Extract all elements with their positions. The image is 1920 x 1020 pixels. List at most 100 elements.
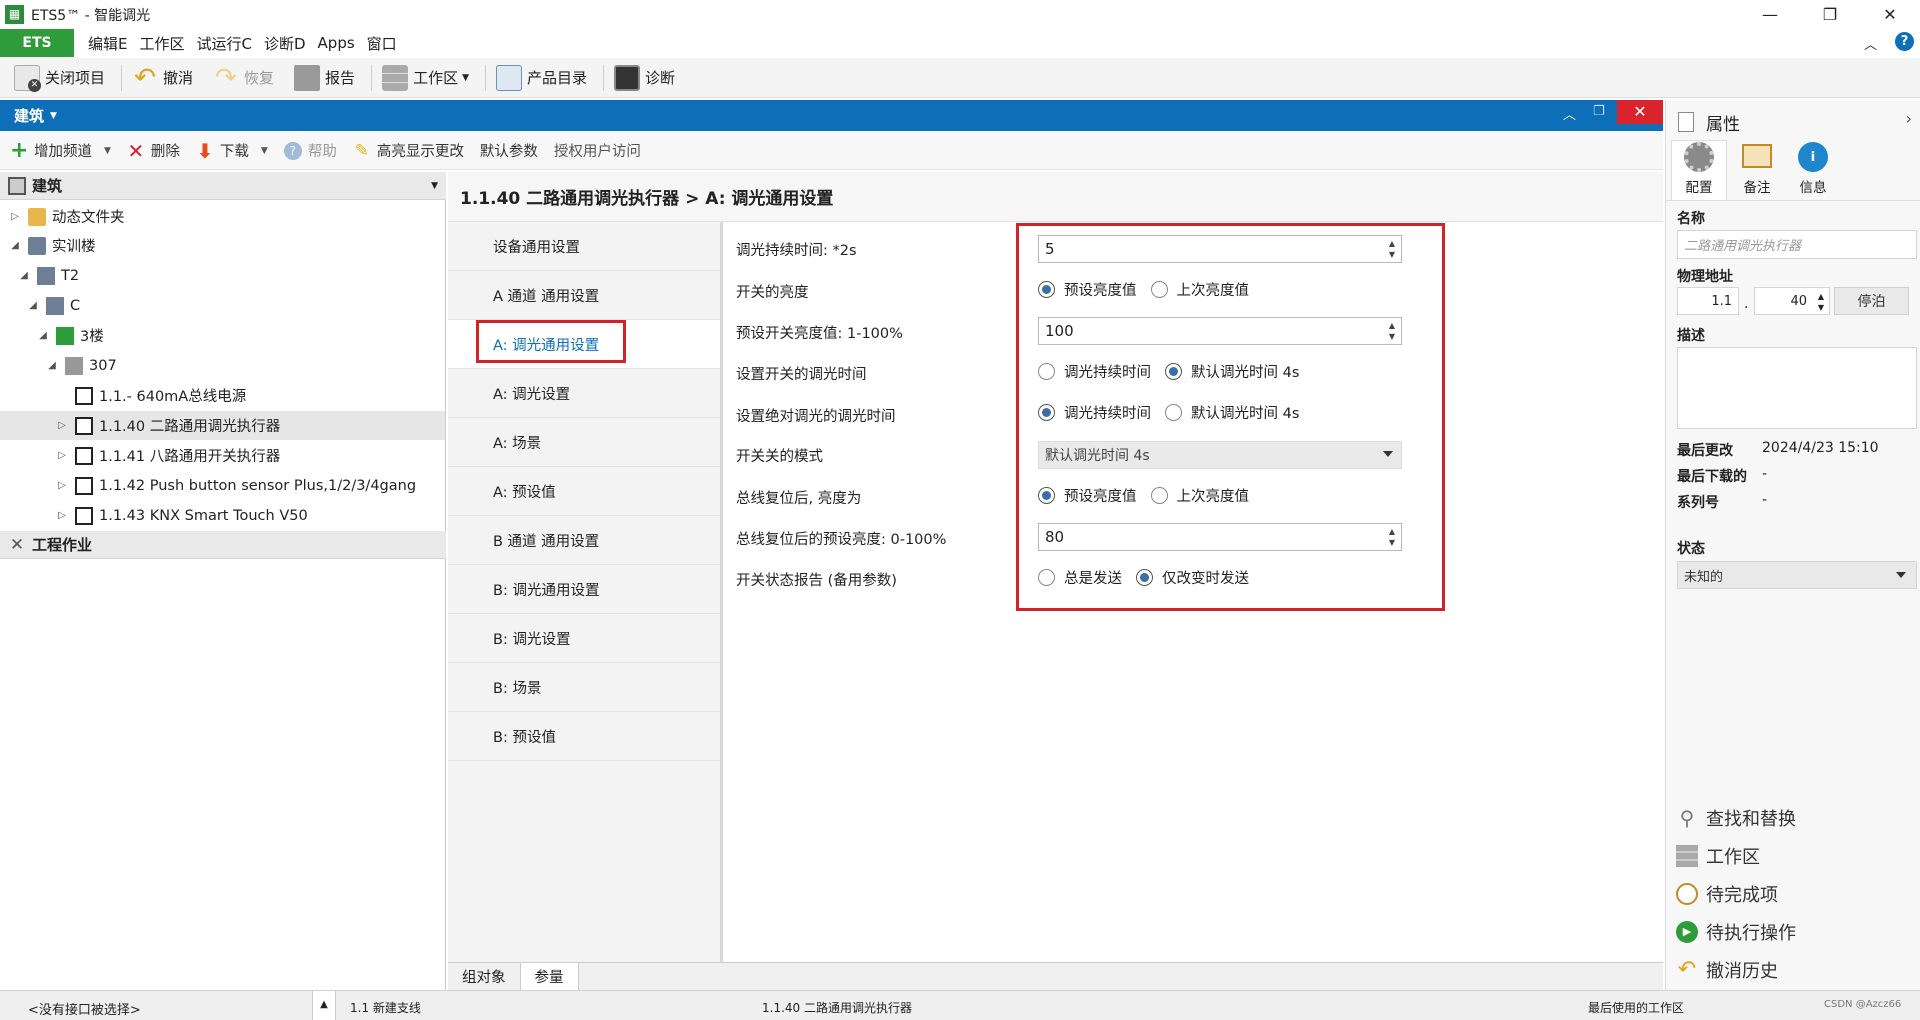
ets-menu[interactable]: ETS bbox=[0, 29, 74, 57]
delete-button[interactable]: ✕ 删除 bbox=[127, 140, 180, 161]
tab-group-objects[interactable]: 组对象 bbox=[448, 963, 520, 991]
highlight-changes-button[interactable]: ✎ 高亮显示更改 bbox=[353, 140, 464, 161]
collapse-icon[interactable]: ◢ bbox=[36, 330, 50, 341]
help-icon[interactable]: ? bbox=[1895, 32, 1914, 51]
tree-item-t2[interactable]: ◢ T2 bbox=[0, 261, 445, 290]
float-window-icon[interactable]: ❐ bbox=[1593, 104, 1605, 119]
description-field[interactable] bbox=[1677, 347, 1917, 429]
close-window-button[interactable]: ✕ bbox=[1860, 0, 1920, 29]
menu-diagnostics[interactable]: 诊断D bbox=[260, 33, 310, 54]
collapse-icon[interactable]: ◢ bbox=[45, 360, 59, 371]
nav-b-dimming-general[interactable]: B: 调光通用设置 bbox=[448, 565, 720, 614]
chevron-down-icon[interactable]: ▼ bbox=[431, 181, 438, 191]
chevron-down-icon[interactable]: ▼ bbox=[261, 146, 268, 156]
help-button[interactable]: ? 帮助 bbox=[283, 140, 337, 161]
interface-status[interactable]: <没有接口被选择> bbox=[28, 999, 141, 1018]
default-params-button[interactable]: 默认参数 bbox=[480, 140, 538, 161]
chevron-down-icon[interactable]: ▼ bbox=[104, 146, 111, 156]
diagnostics-button[interactable]: 诊断 bbox=[610, 62, 679, 94]
nav-b-channel-general[interactable]: B 通道 通用设置 bbox=[448, 516, 720, 565]
collapse-icon[interactable]: ◢ bbox=[26, 300, 40, 311]
minimize-button[interactable]: — bbox=[1740, 0, 1800, 29]
chevron-up-icon[interactable]: ▲ bbox=[312, 991, 336, 1020]
report-button[interactable]: 报告 bbox=[290, 62, 359, 94]
menu-edit[interactable]: 编辑E bbox=[84, 33, 131, 54]
chevron-right-icon[interactable]: › bbox=[1906, 109, 1912, 128]
nav-a-scene[interactable]: A: 场景 bbox=[448, 418, 720, 467]
serial-label: 系列号 bbox=[1677, 495, 1719, 511]
nav-b-preset[interactable]: B: 预设值 bbox=[448, 712, 720, 761]
menu-workspace[interactable]: 工作区 bbox=[135, 33, 188, 54]
tree-item-building[interactable]: ◢ 实训楼 bbox=[0, 231, 445, 260]
catalog-button[interactable]: 产品目录 bbox=[492, 62, 591, 94]
undo-history-link[interactable]: ↶ 撤消历史 bbox=[1676, 957, 1778, 983]
chevron-down-icon[interactable]: ▼ bbox=[50, 111, 57, 121]
expand-icon[interactable]: ▷ bbox=[55, 420, 69, 431]
project-work-header[interactable]: ✕ 工程作业 bbox=[0, 531, 446, 559]
tree-item-device[interactable]: ▷ 1.1.42 Push button sensor Plus,1/2/3/4… bbox=[0, 471, 445, 500]
menu-window[interactable]: 窗口 bbox=[363, 33, 401, 54]
menu-commissioning[interactable]: 试运行C bbox=[193, 33, 256, 54]
add-channel-label: 增加频道 bbox=[34, 144, 92, 160]
collapse-icon[interactable]: ︿ bbox=[1563, 104, 1576, 123]
param-label: 总线复位后, 亮度为 bbox=[736, 491, 862, 507]
close-panel-button[interactable]: ✕ bbox=[1617, 100, 1663, 124]
expand-icon[interactable]: ▷ bbox=[55, 450, 69, 461]
tab-notes[interactable]: 备注 bbox=[1729, 140, 1785, 200]
panel-title[interactable]: 建筑 bbox=[14, 105, 44, 126]
menu-apps[interactable]: Apps bbox=[314, 34, 359, 52]
expand-icon[interactable]: ▷ bbox=[55, 480, 69, 491]
find-replace-link[interactable]: ⚲ 查找和替换 bbox=[1676, 805, 1796, 831]
tree-item-device[interactable]: ▷ 1.1.40 二路通用调光执行器 bbox=[0, 411, 445, 440]
tree-header[interactable]: 建筑 ▼ bbox=[0, 172, 446, 200]
tree-item-device[interactable]: ▷ 1.1.43 KNX Smart Touch V50 bbox=[0, 501, 445, 530]
todo-link[interactable]: 待完成项 bbox=[1676, 881, 1778, 907]
tab-parameters[interactable]: 参量 bbox=[519, 962, 579, 991]
nav-a-channel-general[interactable]: A 通道 通用设置 bbox=[448, 271, 720, 320]
pending-operations-link[interactable]: ▶ 待执行操作 bbox=[1676, 919, 1796, 945]
nav-b-scene[interactable]: B: 场景 bbox=[448, 663, 720, 712]
workspace-button[interactable]: 工作区 ▼ bbox=[378, 62, 473, 94]
tree-item-dynamic-folders[interactable]: ▷ 动态文件夹 bbox=[0, 202, 445, 231]
serial-value: - bbox=[1762, 492, 1768, 508]
add-channel-button[interactable]: + 增加频道 ▼ bbox=[10, 139, 111, 161]
line-status: 1.1 新建支线 bbox=[350, 1001, 421, 1015]
tree-item-device[interactable]: 1.1.- 640mA总线电源 bbox=[0, 381, 445, 410]
spinner-arrows-icon[interactable]: ▲ ▼ bbox=[1818, 291, 1824, 313]
phys-address-spinner[interactable]: 40 ▲ ▼ bbox=[1754, 287, 1830, 315]
collapse-icon[interactable]: ◢ bbox=[8, 240, 22, 251]
expand-icon[interactable]: ▷ bbox=[55, 510, 69, 521]
close-project-label: 关闭项目 bbox=[45, 69, 106, 87]
tree-item-label: 动态文件夹 bbox=[52, 210, 125, 226]
nav-device-general[interactable]: 设备通用设置 bbox=[448, 222, 720, 271]
name-field[interactable]: 二路通用调光执行器 bbox=[1677, 230, 1917, 259]
tree-item-label: T2 bbox=[61, 267, 80, 284]
close-project-button[interactable]: ✕ 关闭项目 bbox=[10, 62, 109, 94]
expand-icon[interactable]: ▷ bbox=[8, 211, 22, 222]
tree-item-room[interactable]: ◢ 307 bbox=[0, 351, 445, 380]
nav-a-dimming[interactable]: A: 调光设置 bbox=[448, 369, 720, 418]
tab-settings[interactable]: 配置 bbox=[1671, 140, 1727, 200]
restore-button[interactable]: ❐ bbox=[1800, 0, 1860, 29]
room-icon bbox=[65, 356, 83, 375]
workspace-link[interactable]: 工作区 bbox=[1676, 843, 1760, 869]
workspace-icon bbox=[382, 64, 409, 91]
properties-title: 属性 bbox=[1706, 115, 1740, 135]
tree-item-c[interactable]: ◢ C bbox=[0, 291, 445, 320]
tab-info[interactable]: i 信息 bbox=[1785, 140, 1841, 200]
state-dropdown[interactable]: 未知的 bbox=[1677, 561, 1917, 589]
download-button[interactable]: ⬇ 下载 ▼ bbox=[196, 140, 268, 161]
authorize-access-label: 授权用户访问 bbox=[553, 144, 641, 160]
last-download-label: 最后下载的 bbox=[1677, 469, 1747, 485]
redo-button[interactable]: ↷ 恢复 bbox=[209, 62, 278, 94]
ets-logo-icon: ▦ bbox=[5, 5, 24, 24]
collapse-icon[interactable]: ◢ bbox=[17, 270, 31, 281]
nav-a-preset[interactable]: A: 预设值 bbox=[448, 467, 720, 516]
park-button[interactable]: 停泊 bbox=[1834, 287, 1909, 315]
collapse-ribbon-icon[interactable]: ︿ bbox=[1864, 34, 1877, 53]
undo-button[interactable]: ↶ 撤消 bbox=[128, 62, 197, 94]
nav-b-dimming[interactable]: B: 调光设置 bbox=[448, 614, 720, 663]
tree-item-device[interactable]: ▷ 1.1.41 八路通用开关执行器 bbox=[0, 441, 445, 470]
authorize-access-button[interactable]: 授权用户访问 bbox=[554, 140, 641, 161]
tree-item-floor[interactable]: ◢ 3楼 bbox=[0, 321, 445, 350]
